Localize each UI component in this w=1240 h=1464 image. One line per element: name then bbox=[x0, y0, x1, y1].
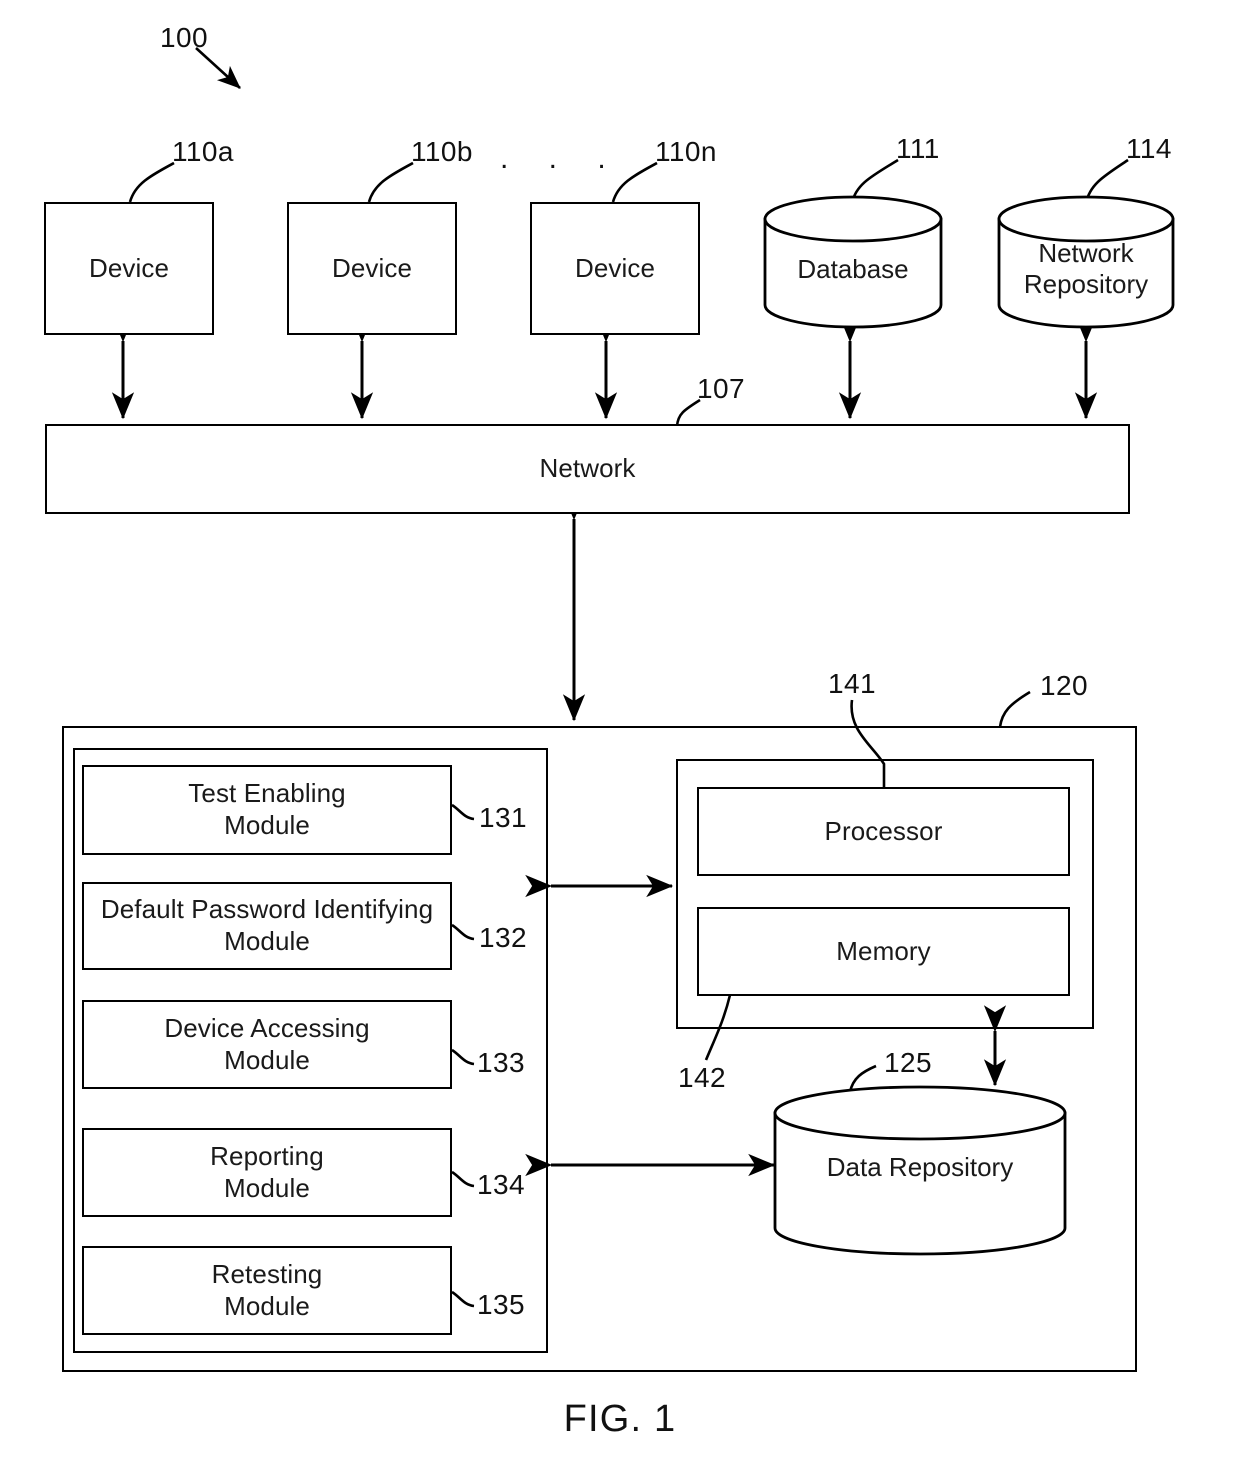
leader-lines-top bbox=[128, 158, 1129, 204]
module-box-test-enabling[interactable]: Test Enabling Module bbox=[82, 765, 452, 855]
compute-panel-ref-142: 142 bbox=[678, 1062, 726, 1093]
module-line2: Module bbox=[224, 810, 310, 840]
module-box-reporting-label: Reporting Module bbox=[210, 1141, 324, 1204]
leader-line-system bbox=[998, 690, 1031, 728]
figure-caption: FIG. 1 bbox=[563, 1398, 677, 1440]
device-box-110a[interactable]: Device bbox=[44, 202, 214, 335]
module-ref-132: 132 bbox=[479, 922, 527, 953]
module-line2: Module bbox=[224, 1172, 310, 1203]
module-box-reporting[interactable]: Reporting Module bbox=[82, 1128, 452, 1217]
device-ref-110n: 110n bbox=[655, 136, 717, 167]
module-line1: Test Enabling bbox=[188, 778, 346, 809]
module-line1: Retesting bbox=[211, 1258, 323, 1289]
network-repository-label: Network Repository bbox=[999, 238, 1173, 300]
network-bar-label: Network bbox=[539, 453, 636, 484]
module-box-default-password-identifying[interactable]: Default Password Identifying Module bbox=[82, 882, 452, 970]
memory-label: Memory bbox=[836, 935, 931, 966]
patent-figure-canvas: 100 Device 110a Device 110b . . . Device… bbox=[0, 0, 1240, 1464]
network-repository-ref: 114 bbox=[1126, 133, 1172, 164]
module-line2: Module bbox=[224, 1044, 310, 1075]
module-box-device-accessing[interactable]: Device Accessing Module bbox=[82, 1000, 452, 1089]
module-box-retesting-label: Retesting Module bbox=[212, 1259, 323, 1322]
database-cylinder bbox=[763, 195, 943, 329]
module-ref-134: 134 bbox=[477, 1169, 525, 1200]
device-box-110b-label: Device bbox=[331, 252, 413, 283]
module-ref-135: 135 bbox=[477, 1289, 525, 1320]
network-repository-cylinder bbox=[997, 195, 1175, 329]
module-box-retesting[interactable]: Retesting Module bbox=[82, 1246, 452, 1335]
database-ref: 111 bbox=[896, 133, 940, 164]
database-label: Database bbox=[797, 254, 909, 284]
processor-ref-141: 141 bbox=[828, 668, 876, 699]
system-ref-arrow bbox=[195, 47, 241, 89]
module-line1: Device Accessing bbox=[164, 1012, 370, 1043]
data-repository-ref-125: 125 bbox=[884, 1047, 932, 1078]
system-ref-label: 100 bbox=[160, 22, 208, 53]
module-box-device-accessing-label: Device Accessing Module bbox=[164, 1013, 369, 1076]
module-ref-133: 133 bbox=[477, 1047, 525, 1078]
device-network-arrows bbox=[111, 315, 1098, 420]
network-ref: 107 bbox=[697, 373, 745, 404]
module-box-test-enabling-label: Test Enabling Module bbox=[188, 778, 345, 841]
processor-box[interactable]: Processor bbox=[697, 787, 1070, 876]
module-line2: Module bbox=[224, 1290, 310, 1321]
device-ellipsis: . . . bbox=[500, 142, 622, 175]
device-ref-110a: 110a bbox=[172, 136, 234, 167]
processor-label: Processor bbox=[824, 815, 943, 846]
network-repository-label-line1: Network bbox=[1038, 238, 1134, 268]
device-box-110b[interactable]: Device bbox=[287, 202, 457, 335]
network-repository-label-line2: Repository bbox=[1023, 269, 1149, 300]
device-box-110n-label: Device bbox=[574, 252, 656, 283]
module-line1: Reporting bbox=[210, 1140, 324, 1171]
module-ref-131: 131 bbox=[479, 802, 527, 833]
module-line2: Module bbox=[224, 926, 310, 956]
module-line1: Default Password Identifying bbox=[100, 894, 434, 925]
network-bar[interactable]: Network bbox=[45, 424, 1130, 514]
device-ref-110b: 110b bbox=[411, 136, 473, 167]
system-ref-120: 120 bbox=[1040, 670, 1088, 701]
device-box-110n[interactable]: Device bbox=[530, 202, 700, 335]
memory-box[interactable]: Memory bbox=[697, 907, 1070, 996]
module-box-default-password-identifying-label: Default Password Identifying Module bbox=[101, 894, 433, 957]
device-box-110a-label: Device bbox=[88, 252, 170, 283]
